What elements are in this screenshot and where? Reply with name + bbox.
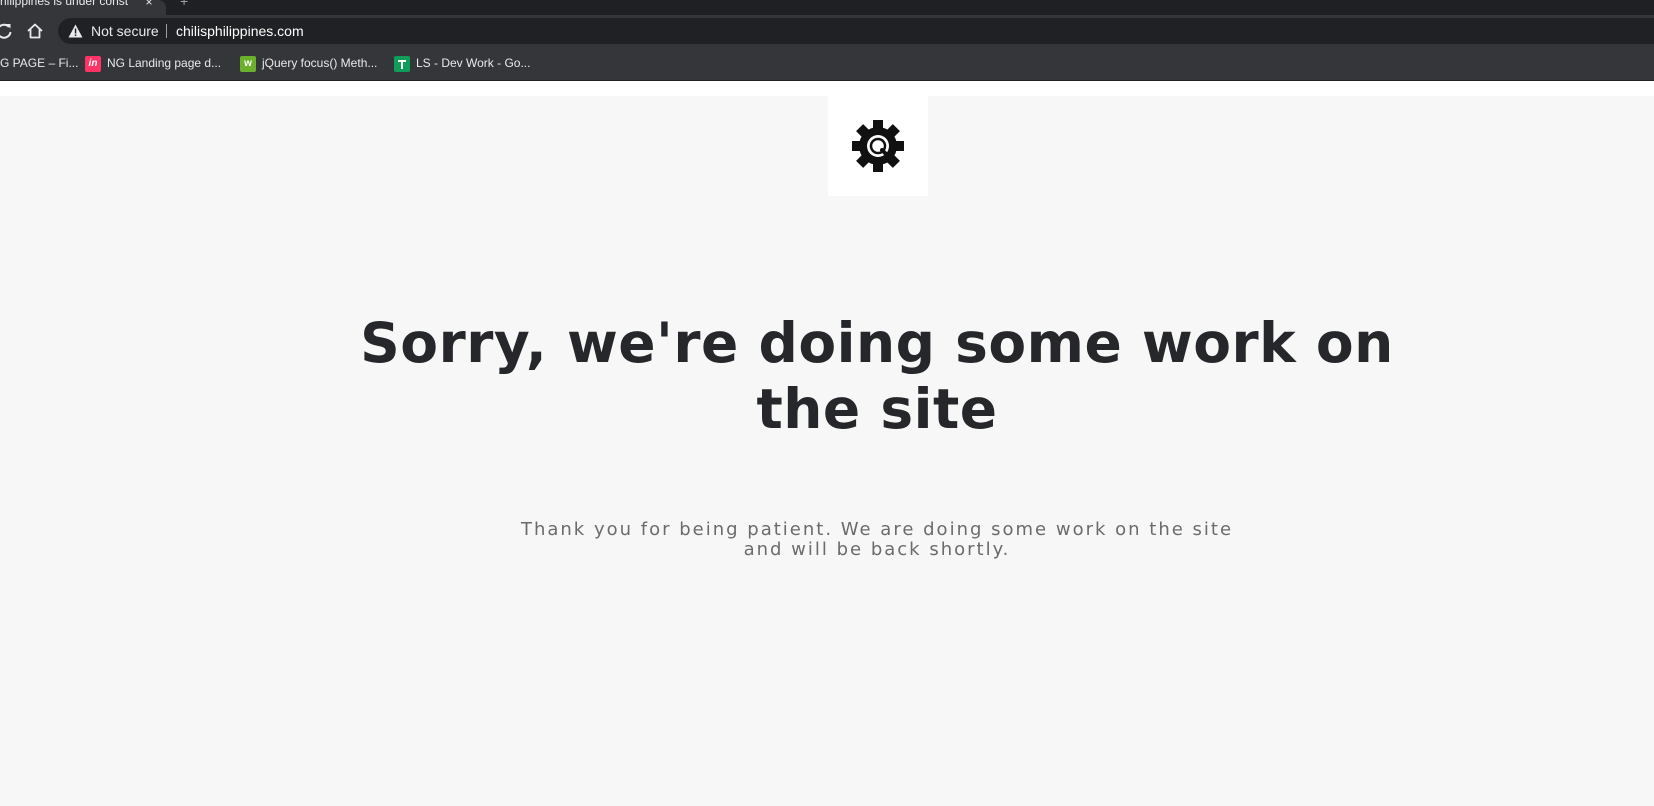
browser-toolbar: Not secure chilisphilippines.com [0,15,1654,47]
page-message: Thank you for being patient. We are doin… [520,519,1234,560]
invision-icon: in [85,56,101,72]
address-separator [166,24,167,38]
bookmark-label: NG Landing page d... [107,56,222,70]
security-status[interactable]: Not secure [91,18,159,44]
site-logo [828,96,928,196]
bookmark-label: jQuery focus() Meth... [262,56,378,70]
page-headline: Sorry, we're doing some work on the site [360,311,1394,441]
tab-strip: hilippines is under const × + [0,0,1654,15]
page-top-band [0,81,1654,96]
bookmark-label: G PAGE – Fi... [0,56,79,70]
new-tab-button[interactable]: + [180,0,188,8]
url-text[interactable]: chilisphilippines.com [176,18,304,44]
reload-icon[interactable] [0,21,14,41]
tab-title: hilippines is under const [0,0,129,8]
w3schools-icon: w [240,56,256,72]
browser-tab[interactable]: hilippines is under const × [0,0,166,15]
tab-close-icon[interactable]: × [142,0,156,9]
warning-icon[interactable] [68,24,83,38]
google-sheets-icon [394,56,410,72]
home-icon[interactable] [25,21,45,41]
gear-icon [852,120,904,172]
bookmark-label: LS - Dev Work - Go... [416,56,531,70]
bookmarks-bar: G PAGE – Fi... in NG Landing page d... w… [0,47,1654,81]
address-bar[interactable]: Not secure chilisphilippines.com [58,18,1654,44]
